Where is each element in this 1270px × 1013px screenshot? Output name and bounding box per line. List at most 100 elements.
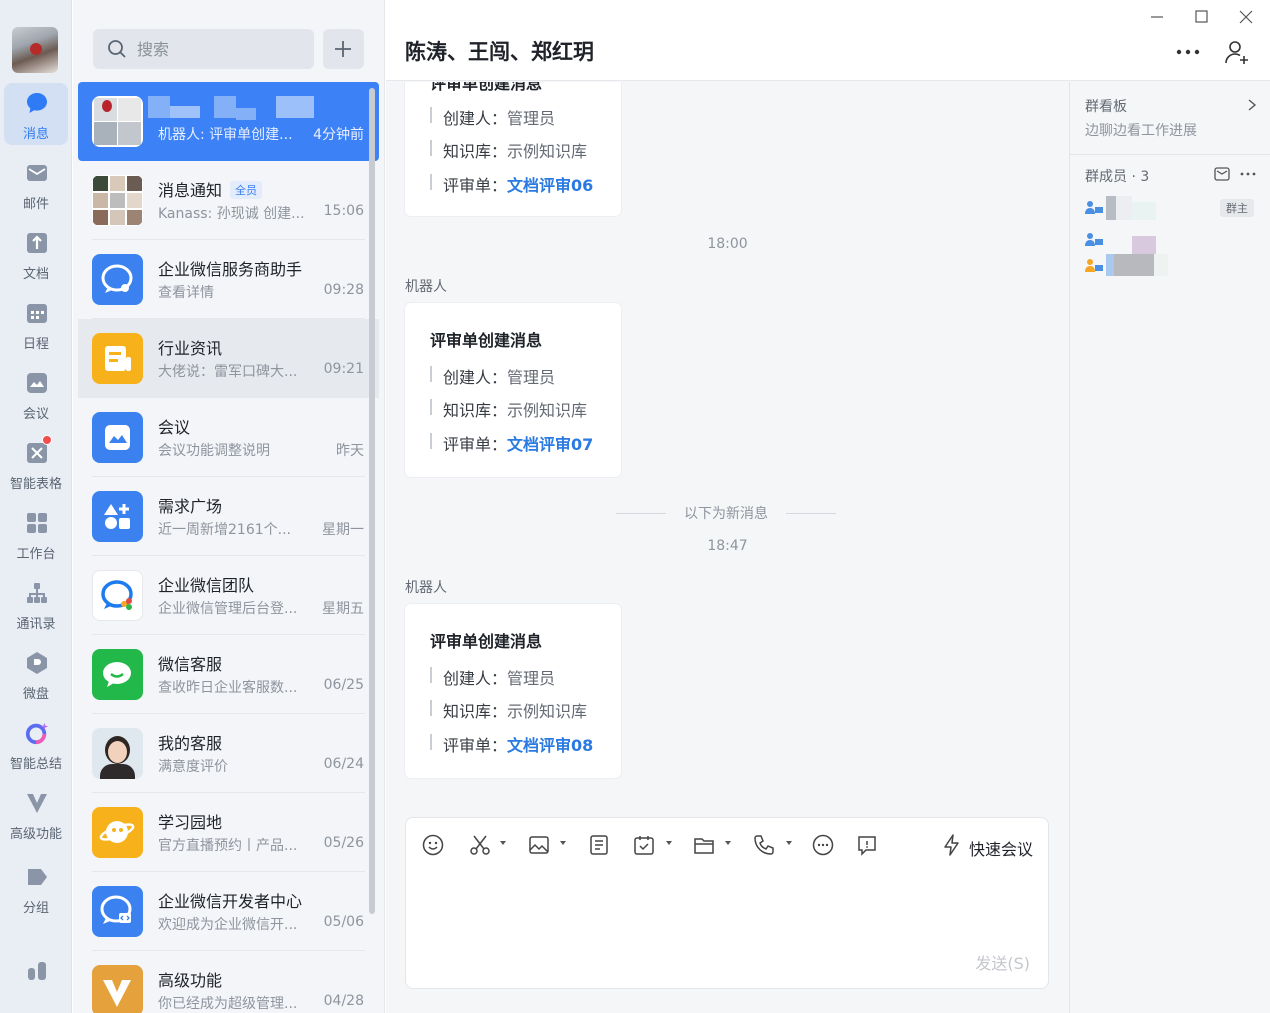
rail-item-group[interactable]: 分组 xyxy=(4,857,68,919)
mail-icon[interactable] xyxy=(1214,167,1230,181)
conversation-item-group-chat[interactable]: 机器人: 评审单创建... 4分钟前 xyxy=(78,82,379,161)
contacts-icon xyxy=(27,583,47,603)
conversation-title: 企业微信服务商助手 xyxy=(158,260,303,279)
rail-item-contacts[interactable]: 通讯录 xyxy=(4,573,68,635)
more-tools-button[interactable] xyxy=(811,833,835,859)
image-button[interactable] xyxy=(527,833,569,859)
rail-item-calendar[interactable]: 日程 xyxy=(4,293,68,355)
rail-label: 分组 xyxy=(22,901,49,916)
rail-label: 日程 xyxy=(22,337,49,352)
lightning-icon xyxy=(944,834,959,856)
card-row-creator: 创建人：管理员 xyxy=(430,665,555,688)
conversation-preview: 近一周新增2161个... xyxy=(158,522,291,538)
card-row-knowledge-base: 知识库：示例知识库 xyxy=(430,698,587,721)
rail-item-cloud-drive[interactable]: 微盘 xyxy=(4,643,68,705)
emoji-button[interactable] xyxy=(421,833,445,859)
message-composer[interactable]: 快速会议 发送(S) xyxy=(405,817,1049,989)
member-item[interactable] xyxy=(1084,254,1264,278)
wechat-service-icon xyxy=(92,649,143,700)
call-button[interactable] xyxy=(752,833,794,859)
review-link[interactable]: 文档评审08 xyxy=(507,736,593,755)
conversation-item[interactable]: 高级功能 你已经成为超级管理... 04/28 xyxy=(78,951,379,1013)
add-button[interactable] xyxy=(323,29,364,69)
search-input[interactable] xyxy=(137,37,307,61)
more-button[interactable] xyxy=(1174,38,1202,66)
review-link[interactable]: 文档评审06 xyxy=(507,176,593,195)
conversation-item[interactable]: 消息通知 全员 Kanass: 孙现诚 创建... 15:06 xyxy=(78,161,379,240)
conversation-item[interactable]: 会议 会议功能调整说明 昨天 xyxy=(78,398,379,477)
conversation-item[interactable]: 企业微信服务商助手 查看详情 09:28 xyxy=(78,240,379,319)
rail-item-advanced[interactable]: 高级功能 xyxy=(4,783,68,845)
group-board-link[interactable]: 群看板 边聊边看工作进展 xyxy=(1070,82,1270,154)
conversation-time: 05/26 xyxy=(323,835,364,851)
conversation-preview: 满意度评价 xyxy=(158,759,228,775)
conversation-list-panel: 机器人: 评审单创建... 4分钟前 消息通知全员 Kanass: 孙现诚 创建… xyxy=(73,0,385,1013)
card-title: 评审单创建消息 xyxy=(430,82,543,93)
folder-icon xyxy=(694,838,714,854)
conversation-item[interactable]: 企业微信开发者中心 欢迎成为企业微信开... 05/06 xyxy=(78,872,379,951)
notice-button[interactable] xyxy=(855,833,879,859)
folder-button[interactable] xyxy=(692,833,734,859)
conversation-time: 4分钟前 xyxy=(313,127,364,143)
quick-meeting-label: 快速会议 xyxy=(969,840,1034,859)
document-icon xyxy=(590,835,608,855)
more-dots-icon[interactable] xyxy=(1240,171,1256,177)
rail-label: 文档 xyxy=(22,267,49,282)
member-item[interactable]: 群主 xyxy=(1084,196,1264,220)
conversation-item[interactable]: 行业资讯 大佬说：雷军口碑大... 09:21 xyxy=(78,319,379,398)
conversation-item[interactable]: 微信客服 查收昨日企业客服数... 06/25 xyxy=(78,635,379,714)
rail-item-docs[interactable]: 文档 xyxy=(4,223,68,285)
rail-item-smart-table[interactable]: 智能表格 xyxy=(4,433,68,495)
chevron-down-icon xyxy=(786,841,792,845)
conversation-title: 消息通知 全员 xyxy=(158,177,263,201)
card-row-knowledge-base: 知识库：示例知识库 xyxy=(430,397,587,420)
rail-label: 工作台 xyxy=(16,547,56,562)
message-card[interactable]: 评审单创建消息 创建人：管理员 知识库：示例知识库 评审单：文档评审08 xyxy=(405,604,621,778)
phone-icon xyxy=(754,835,774,855)
conversation-item[interactable]: 我的客服 满意度评价 06/24 xyxy=(78,714,379,793)
stats-bars-icon xyxy=(28,962,46,980)
conversation-preview: Kanass: 孙现诚 创建... xyxy=(158,206,305,222)
document-button[interactable] xyxy=(587,833,611,859)
conversation-list-scrollbar[interactable] xyxy=(369,88,375,914)
conversation-preview: 会议功能调整说明 xyxy=(158,443,270,459)
quick-meeting-button[interactable]: 快速会议 xyxy=(940,833,1033,859)
chevron-down-icon xyxy=(500,841,506,845)
calendar-check-icon xyxy=(634,836,654,855)
chevron-right-icon xyxy=(1248,99,1257,111)
card-row-review: 评审单：文档评审07 xyxy=(430,431,593,454)
card-row-review: 评审单：文档评审06 xyxy=(430,172,593,195)
search-box[interactable] xyxy=(93,29,314,69)
message-sender: 机器人 xyxy=(405,279,447,295)
rail-item-smart-summary[interactable]: 智能总结 xyxy=(4,713,68,775)
conversation-time: 06/24 xyxy=(323,756,364,772)
card-row-knowledge-base: 知识库：示例知识库 xyxy=(430,138,587,161)
schedule-button[interactable] xyxy=(632,833,674,859)
add-member-button[interactable] xyxy=(1223,38,1251,66)
rail-item-workbench[interactable]: 工作台 xyxy=(4,503,68,565)
user-avatar[interactable] xyxy=(12,27,58,73)
developer-center-icon xyxy=(92,886,143,937)
minimize-button[interactable] xyxy=(1146,6,1168,28)
member-item[interactable] xyxy=(1084,228,1264,254)
screenshot-button[interactable] xyxy=(468,833,510,859)
rail-item-stats[interactable] xyxy=(4,950,68,1012)
rail-item-mail[interactable]: 邮件 xyxy=(4,153,68,215)
document-icon xyxy=(27,233,47,253)
message-area[interactable]: 评审单创建消息 创建人：管理员 知识库：示例知识库 评审单：文档评审06 18:… xyxy=(386,82,1069,800)
conversation-time: 09:28 xyxy=(323,282,364,298)
conversation-item[interactable]: 企业微信团队 企业微信管理后台登... 星期五 xyxy=(78,556,379,635)
review-link[interactable]: 文档评审07 xyxy=(507,435,593,454)
rail-item-meeting[interactable]: 会议 xyxy=(4,363,68,425)
message-card[interactable]: 评审单创建消息 创建人：管理员 知识库：示例知识库 评审单：文档评审07 xyxy=(405,303,621,477)
conversation-item[interactable]: 需求广场 近一周新增2161个... 星期一 xyxy=(78,477,379,556)
conversation-item[interactable]: 学习园地 官方直播预约丨产品... 05/26 xyxy=(78,793,379,872)
maximize-button[interactable] xyxy=(1191,6,1213,28)
close-button[interactable] xyxy=(1235,6,1257,28)
message-card[interactable]: 评审单创建消息 创建人：管理员 知识库：示例知识库 评审单：文档评审06 xyxy=(405,82,621,216)
group-avatar xyxy=(92,96,143,147)
rail-label: 消息 xyxy=(22,127,49,142)
send-button[interactable]: 发送(S) xyxy=(975,950,1030,974)
message-bubble-icon xyxy=(27,93,47,113)
rail-item-messages[interactable]: 消息 xyxy=(4,83,68,145)
